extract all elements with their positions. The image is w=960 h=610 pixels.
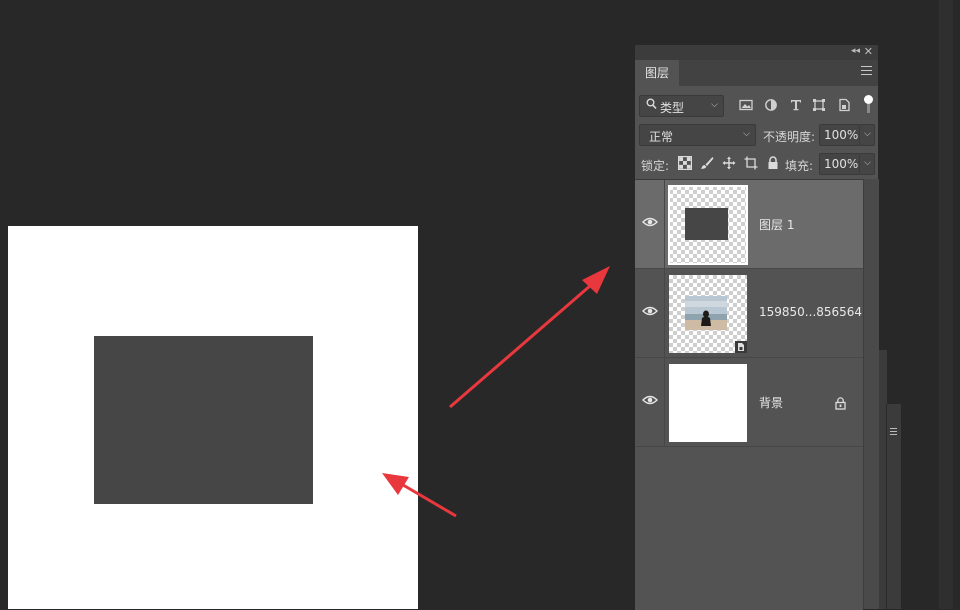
tab-layers[interactable]: 图层: [635, 60, 679, 86]
fill-input[interactable]: 100%: [819, 153, 860, 175]
photo-thumbnail-image: [685, 296, 727, 330]
blend-row: 正常 ⌵ 不透明度: 100% ⌵: [635, 123, 878, 147]
layers-panel: ◂◂ ✕ 图层 类型 ⌵ 正常 ⌵ 不透明度: 100% ⌵ 锁定: 填充: 1…: [635, 45, 879, 610]
chevron-down-icon: ⌵: [711, 100, 718, 110]
search-icon: [646, 98, 657, 110]
right-dock-strip: [938, 0, 953, 609]
layer-thumbnail: [669, 364, 747, 442]
layer-row[interactable]: 图层 1: [635, 180, 863, 269]
lock-icon[interactable]: [835, 397, 846, 410]
panel-title-bar[interactable]: ◂◂ ✕: [635, 45, 878, 60]
fill-value: 100%: [824, 157, 859, 171]
smart-object-badge-icon: [735, 341, 747, 353]
opacity-value: 100%: [824, 128, 859, 142]
lock-transparent-pixels-icon[interactable]: [678, 156, 692, 170]
lock-all-icon[interactable]: [766, 156, 780, 170]
opacity-slider-button[interactable]: ⌵: [859, 124, 875, 146]
arrow-to-layer-panel: [449, 266, 610, 409]
type-filter-icon[interactable]: [789, 98, 803, 112]
layer-name[interactable]: 159850...856564: [759, 305, 862, 319]
canvas-document[interactable]: [8, 226, 418, 609]
blend-mode-value: 正常: [649, 130, 674, 144]
fill-label: 填充:: [785, 159, 814, 173]
lock-row: 锁定: 填充: 100% ⌵: [635, 152, 878, 176]
filter-toggle-track: [867, 104, 870, 113]
panel-tab-bar: 图层: [635, 60, 878, 86]
filter-toggle-switch[interactable]: [864, 95, 873, 104]
shape-filter-icon[interactable]: [812, 98, 826, 112]
layer-filter-row: 类型 ⌵: [635, 93, 878, 117]
layer-name[interactable]: 图层 1: [759, 216, 794, 233]
close-icon[interactable]: ✕: [864, 45, 873, 58]
lock-label: 锁定:: [641, 159, 670, 173]
chevron-down-icon: ⌵: [743, 129, 750, 139]
panel-menu-icon[interactable]: [861, 66, 872, 75]
layer-list-scrollbar[interactable]: [863, 179, 879, 609]
collapse-icon[interactable]: ◂◂: [851, 46, 860, 56]
layer-list: 图层 1 159850...856564 背景: [635, 179, 863, 610]
eye-visibility-icon[interactable]: [642, 394, 658, 406]
filter-type-dropdown[interactable]: 类型 ⌵: [639, 95, 724, 117]
eye-visibility-icon[interactable]: [642, 305, 658, 317]
layer-row[interactable]: 159850...856564: [635, 269, 863, 358]
lock-position-move-icon[interactable]: [722, 156, 736, 170]
chevron-down-icon: ⌵: [864, 158, 871, 168]
filter-type-label: 类型: [660, 101, 685, 115]
lock-image-pixels-brush-icon[interactable]: [700, 156, 714, 170]
eye-visibility-icon[interactable]: [642, 216, 658, 228]
chevron-down-icon: ⌵: [864, 129, 871, 139]
adjustment-filter-icon[interactable]: [764, 98, 778, 112]
layer-thumbnail: [668, 185, 748, 265]
canvas-rectangle-shape: [94, 336, 313, 504]
layer-thumbnail: [669, 275, 747, 353]
lock-artboard-icon[interactable]: [744, 156, 758, 170]
side-panel-stub: [886, 404, 901, 609]
image-filter-icon[interactable]: [739, 98, 753, 112]
smart-object-filter-icon[interactable]: [837, 98, 851, 112]
opacity-label: 不透明度:: [763, 130, 816, 144]
layer-name[interactable]: 背景: [759, 394, 783, 411]
fill-slider-button[interactable]: ⌵: [859, 153, 875, 175]
blend-mode-dropdown[interactable]: 正常 ⌵: [639, 124, 756, 146]
thumbnail-shape: [685, 208, 728, 240]
layer-row[interactable]: 背景: [635, 358, 863, 447]
opacity-input[interactable]: 100%: [819, 124, 860, 146]
